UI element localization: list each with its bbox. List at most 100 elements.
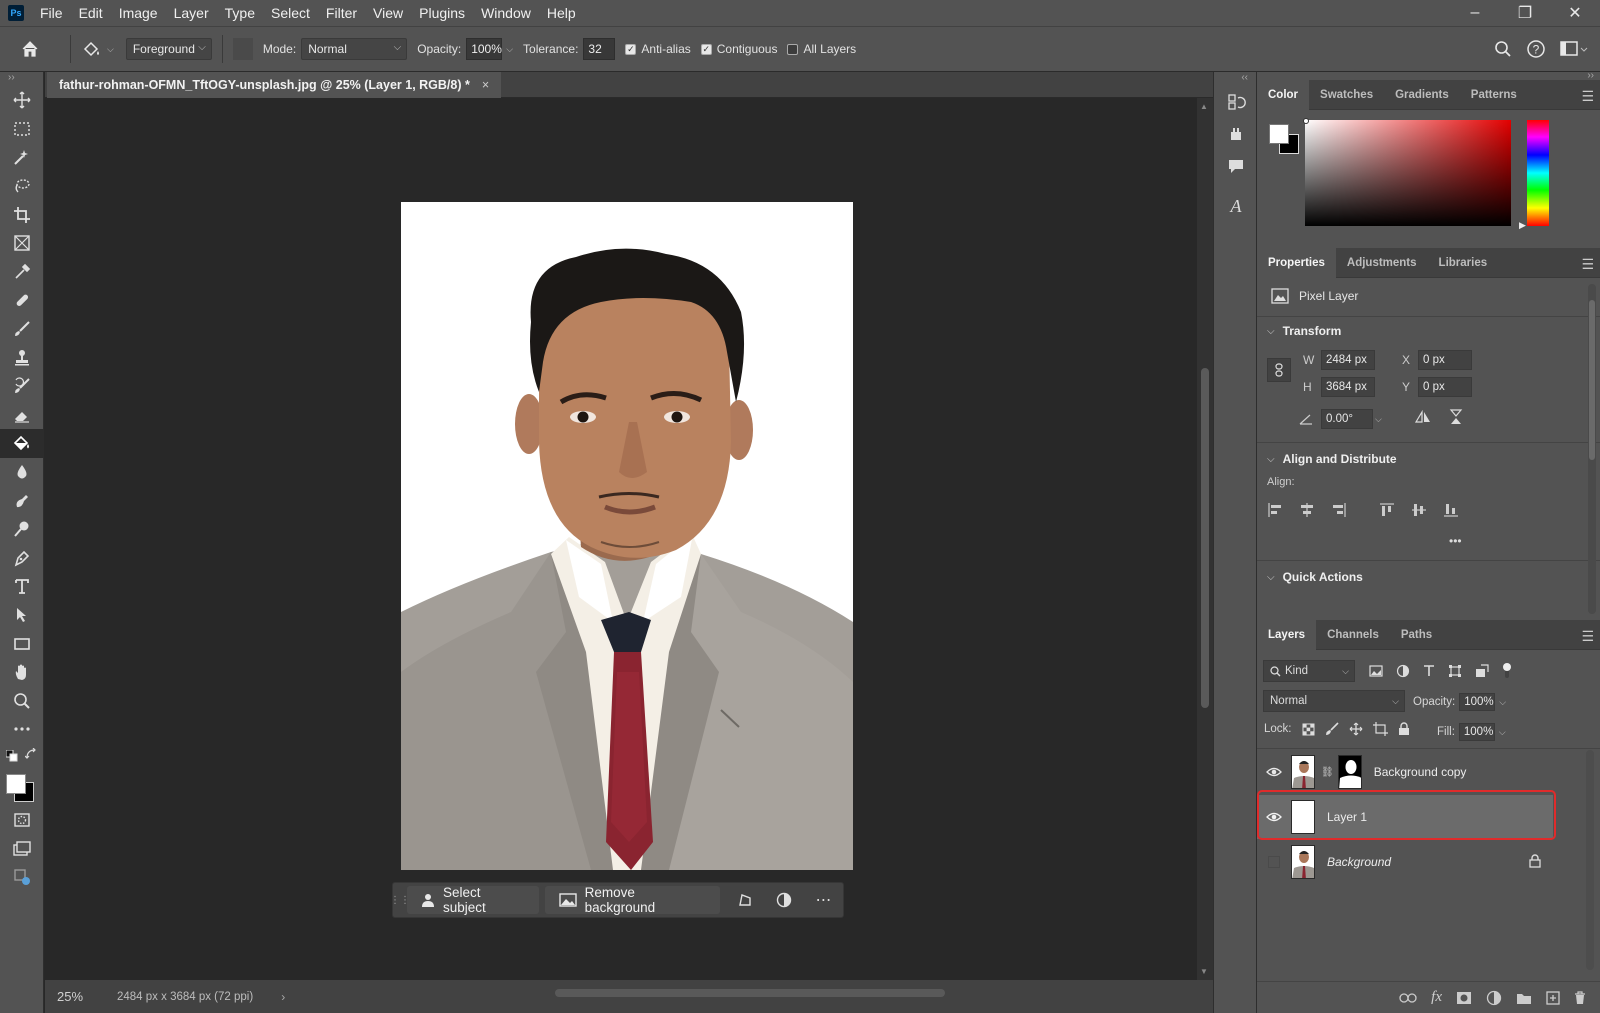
layer-row-background[interactable]: Background xyxy=(1257,840,1553,884)
menu-select[interactable]: Select xyxy=(263,0,318,26)
smudge-tool-icon[interactable] xyxy=(0,486,44,515)
swap-colors-icon[interactable] xyxy=(25,747,37,760)
link-icon[interactable]: ⛓ xyxy=(1321,767,1334,778)
filter-type-icon[interactable] xyxy=(1423,665,1435,677)
glyphs-panel-icon[interactable]: A xyxy=(1214,190,1258,222)
scrollbar-thumb[interactable] xyxy=(1201,368,1209,708)
remove-background-button[interactable]: Remove background xyxy=(544,885,720,915)
pen-tool-icon[interactable] xyxy=(0,544,44,573)
scrollbar-thumb[interactable] xyxy=(1589,300,1595,460)
restore-button[interactable]: ❐ xyxy=(1500,0,1550,26)
marquee-tool-icon[interactable] xyxy=(0,115,44,144)
menu-edit[interactable]: Edit xyxy=(71,0,111,26)
angle-input[interactable]: 0.00° xyxy=(1321,409,1373,429)
horizontal-scrollbar[interactable] xyxy=(315,988,1195,998)
menu-help[interactable]: Help xyxy=(539,0,584,26)
flip-vertical-icon[interactable] xyxy=(1449,409,1463,425)
delete-layer-icon[interactable] xyxy=(1574,990,1586,1005)
pattern-picker[interactable] xyxy=(232,38,253,60)
move-tool-icon[interactable] xyxy=(0,86,44,115)
close-window-button[interactable]: ✕ xyxy=(1550,0,1600,26)
eyedropper-tool-icon[interactable] xyxy=(0,258,44,287)
tolerance-input[interactable]: 32 xyxy=(583,38,616,60)
lock-all-icon[interactable] xyxy=(1398,722,1410,736)
hand-tool-icon[interactable] xyxy=(0,658,44,687)
height-input[interactable]: 3684 px xyxy=(1321,377,1375,397)
tab-layers[interactable]: Layers xyxy=(1257,619,1317,650)
scroll-down-icon[interactable]: ▼ xyxy=(1200,967,1208,976)
align-top-icon[interactable] xyxy=(1379,502,1395,518)
close-tab-icon[interactable]: × xyxy=(482,78,489,92)
scrollbar-thumb[interactable] xyxy=(555,989,945,997)
healing-brush-tool-icon[interactable] xyxy=(0,286,44,315)
menu-plugins[interactable]: Plugins xyxy=(411,0,473,26)
width-input[interactable]: 2484 px xyxy=(1321,350,1375,370)
document-canvas[interactable] xyxy=(401,202,853,870)
flip-horizontal-icon[interactable] xyxy=(1415,410,1431,424)
blend-mode-dropdown[interactable]: Normal ⌵ xyxy=(1263,690,1405,712)
tab-color[interactable]: Color xyxy=(1257,79,1310,110)
minimize-button[interactable]: – xyxy=(1450,0,1500,26)
new-group-icon[interactable] xyxy=(1516,991,1532,1005)
crop-tool-icon[interactable] xyxy=(0,200,44,229)
tab-gradients[interactable]: Gradients xyxy=(1384,80,1460,110)
color-field-marker[interactable] xyxy=(1303,118,1309,124)
select-subject-button[interactable]: Select subject xyxy=(407,885,539,915)
mode-dropdown[interactable]: Normal ⌵ xyxy=(301,38,408,60)
all-layers-checkbox[interactable]: All Layers xyxy=(787,42,856,56)
y-input[interactable]: 0 px xyxy=(1418,377,1472,397)
dodge-tool-icon[interactable] xyxy=(0,515,44,544)
align-vertical-center-icon[interactable] xyxy=(1411,502,1427,518)
lock-icon[interactable] xyxy=(1529,854,1541,868)
chevron-down-icon[interactable]: ⌵ xyxy=(506,44,513,55)
lock-pixels-icon[interactable] xyxy=(1325,722,1339,736)
plugins-panel-icon[interactable] xyxy=(1214,118,1258,150)
vertical-scrollbar[interactable]: ▲ ▼ xyxy=(1197,98,1213,980)
eraser-tool-icon[interactable] xyxy=(0,401,44,430)
hue-slider[interactable] xyxy=(1527,120,1549,226)
more-tools-icon[interactable] xyxy=(0,715,44,744)
new-layer-icon[interactable] xyxy=(1546,990,1560,1005)
fill-source-dropdown[interactable]: Foreground ⌵ xyxy=(125,38,212,60)
hue-slider-marker-icon[interactable]: ▶ xyxy=(1519,220,1526,231)
comments-panel-icon[interactable] xyxy=(1214,150,1258,182)
adjustment-icon[interactable] xyxy=(765,886,804,914)
path-selection-tool-icon[interactable] xyxy=(0,601,44,630)
lock-artboard-icon[interactable] xyxy=(1372,722,1388,736)
tab-channels[interactable]: Channels xyxy=(1316,620,1390,650)
more-options-icon[interactable]: ⋯ xyxy=(804,886,843,914)
align-section-header[interactable]: ⌵ Align and Distribute xyxy=(1267,452,1397,466)
frame-tool-icon[interactable] xyxy=(0,229,44,258)
history-brush-tool-icon[interactable] xyxy=(0,372,44,401)
fg-bg-color-picker[interactable] xyxy=(1267,122,1303,158)
filter-kind-dropdown[interactable]: Kind ⌵ xyxy=(1263,660,1355,682)
fill-input[interactable]: 100% xyxy=(1458,723,1495,741)
menu-filter[interactable]: Filter xyxy=(318,0,365,26)
quick-actions-section-header[interactable]: ⌵ Quick Actions xyxy=(1267,570,1363,584)
object-selection-tool-icon[interactable] xyxy=(0,143,44,172)
filter-pixel-icon[interactable] xyxy=(1369,665,1383,677)
help-icon[interactable]: ? xyxy=(1526,39,1546,59)
zoom-tool-icon[interactable] xyxy=(0,686,44,715)
fx-icon[interactable]: fx xyxy=(1431,989,1442,1006)
collapse-toolbar-icon[interactable]: ›› xyxy=(0,72,43,86)
x-input[interactable]: 0 px xyxy=(1418,350,1472,370)
link-layers-icon[interactable] xyxy=(1399,992,1417,1003)
type-tool-icon[interactable] xyxy=(0,572,44,601)
opacity-input[interactable]: 100% xyxy=(466,38,503,60)
document-tab[interactable]: fathur-rohman-OFMN_TftOGY-unsplash.jpg @… xyxy=(47,72,502,98)
align-horizontal-center-icon[interactable] xyxy=(1299,502,1315,518)
screen-mode-icon[interactable] xyxy=(0,834,44,863)
anti-alias-checkbox[interactable]: ✓ Anti-alias xyxy=(625,42,691,56)
edit-toolbar-icon[interactable] xyxy=(0,863,44,892)
menu-window[interactable]: Window xyxy=(473,0,539,26)
panel-menu-icon[interactable]: ☰ xyxy=(1581,256,1594,273)
menu-file[interactable]: File xyxy=(32,0,71,26)
layer-row-background-copy[interactable]: ⛓ Background copy xyxy=(1257,750,1553,794)
filter-smart-object-icon[interactable] xyxy=(1475,664,1489,678)
drag-handle-icon[interactable]: ⋮⋮ xyxy=(390,886,410,914)
workspace-icon[interactable] xyxy=(1560,40,1588,58)
tab-swatches[interactable]: Swatches xyxy=(1309,80,1384,110)
align-bottom-icon[interactable] xyxy=(1443,502,1459,518)
lasso-tool-icon[interactable] xyxy=(0,172,44,201)
